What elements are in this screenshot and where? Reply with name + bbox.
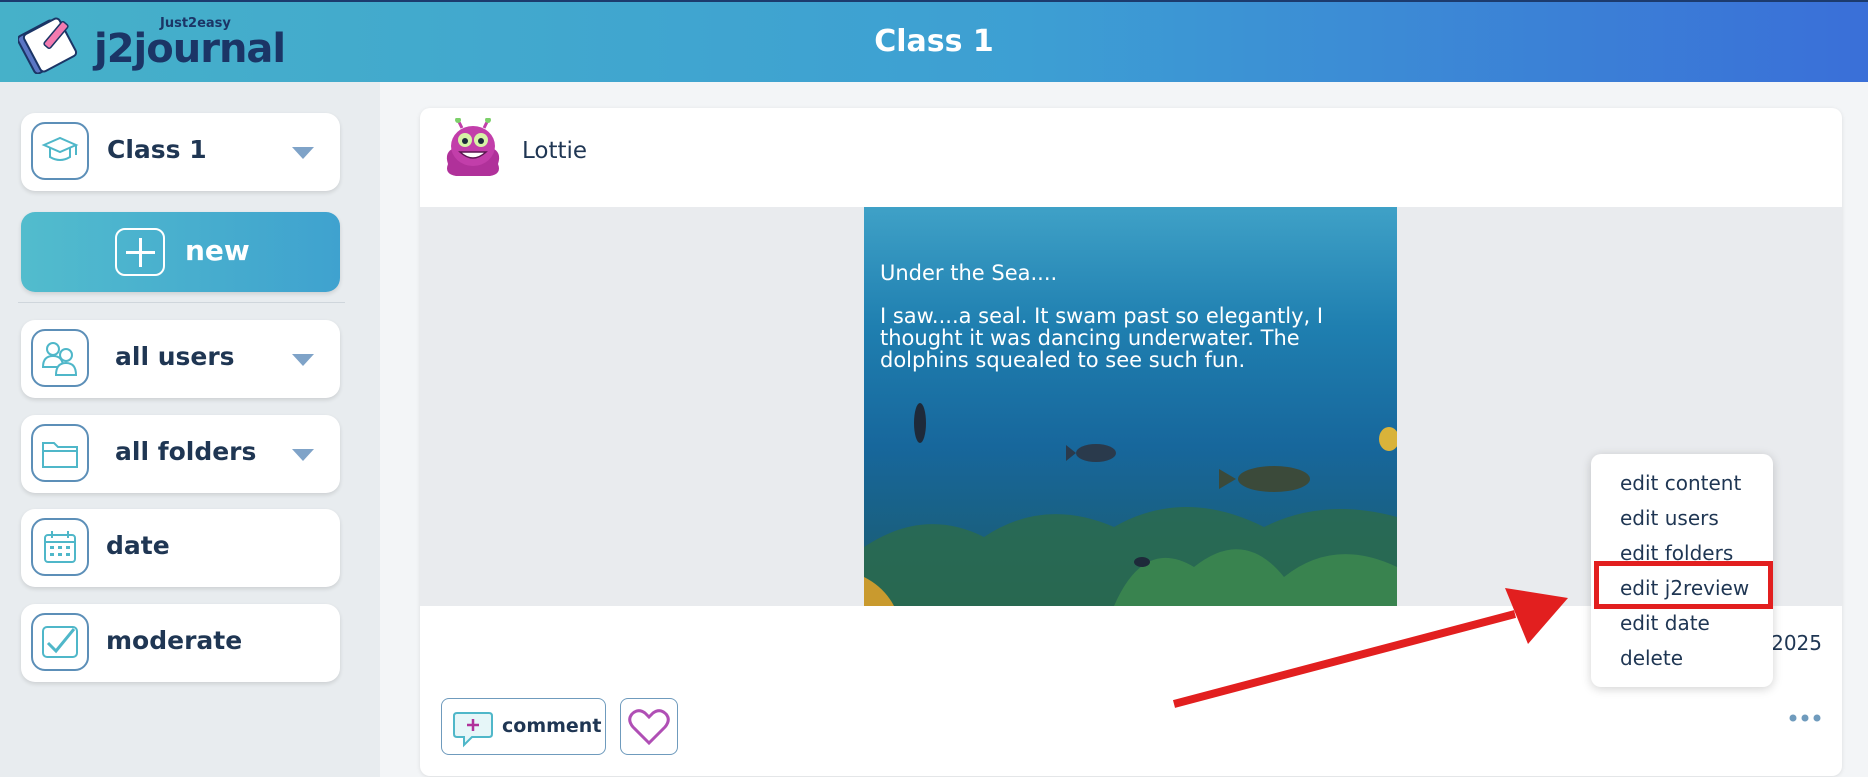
more-options-icon[interactable] xyxy=(1788,708,1822,728)
sidebar-item-label: moderate xyxy=(106,626,243,655)
chevron-down-icon xyxy=(292,449,314,461)
plus-icon xyxy=(115,228,165,276)
post-image-text: Under the Sea.... I saw....a seal. It sw… xyxy=(880,262,1380,392)
annotation-arrow-icon xyxy=(1172,588,1568,708)
checkmark-icon xyxy=(31,613,89,671)
comment-label: comment xyxy=(502,715,602,737)
menu-item-edit-users[interactable]: edit users xyxy=(1620,506,1719,530)
like-button[interactable] xyxy=(620,698,678,755)
sidebar-item-moderate[interactable]: moderate xyxy=(21,604,340,682)
sidebar-item-label: all folders xyxy=(115,437,257,466)
sidebar-item-label: date xyxy=(106,531,170,560)
users-icon xyxy=(31,329,89,387)
post-author[interactable]: Lottie xyxy=(522,138,587,164)
add-comment-icon xyxy=(453,712,493,748)
new-post-button[interactable]: new xyxy=(21,212,340,292)
sidebar-item-label: all users xyxy=(115,342,235,371)
chevron-down-icon xyxy=(292,354,314,366)
sidebar-item-all-folders[interactable]: all folders xyxy=(21,415,340,493)
chevron-down-icon xyxy=(292,147,314,159)
page-title: Class 1 xyxy=(874,24,994,59)
post-date: 2025 xyxy=(1771,631,1822,655)
menu-item-edit-content[interactable]: edit content xyxy=(1620,471,1741,495)
highlight-box xyxy=(1594,561,1773,609)
comment-button[interactable]: comment xyxy=(441,698,606,755)
post-image[interactable]: Under the Sea.... I saw....a seal. It sw… xyxy=(864,207,1397,606)
sidebar-item-all-users[interactable]: all users xyxy=(21,320,340,398)
sidebar-item-date[interactable]: date xyxy=(21,509,340,587)
class-selector-label: Class 1 xyxy=(107,135,207,164)
calendar-icon xyxy=(31,518,89,576)
graduation-cap-icon xyxy=(31,122,89,180)
heart-icon xyxy=(628,708,670,745)
menu-item-delete[interactable]: delete xyxy=(1620,646,1683,670)
sidebar-divider xyxy=(18,302,345,303)
folder-icon xyxy=(31,424,89,482)
top-bar: Just2easy j2journal Class 1 xyxy=(0,0,1868,82)
menu-item-edit-date[interactable]: edit date xyxy=(1620,611,1710,635)
monster-avatar xyxy=(446,118,500,176)
post-image-body: I saw....a seal. It swam past so elegant… xyxy=(880,304,1324,372)
class-selector[interactable]: Class 1 xyxy=(21,113,340,191)
post-image-title: Under the Sea.... xyxy=(880,261,1058,285)
new-post-label: new xyxy=(185,234,250,267)
